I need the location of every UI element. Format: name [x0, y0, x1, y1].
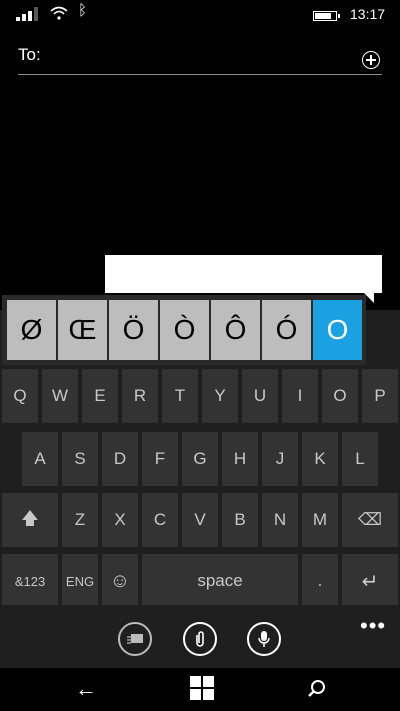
key-l[interactable]: L: [342, 432, 378, 486]
switch-message-icon[interactable]: [118, 622, 152, 656]
key-c[interactable]: C: [142, 493, 178, 547]
key-r[interactable]: R: [122, 369, 158, 423]
bluetooth-icon: ᛒ: [78, 2, 88, 19]
accent-key[interactable]: Ø: [7, 300, 56, 360]
accent-key[interactable]: Œ: [58, 300, 107, 360]
windows-start-icon[interactable]: [190, 676, 214, 700]
key-g[interactable]: G: [182, 432, 218, 486]
key-i[interactable]: I: [282, 369, 318, 423]
shift-key[interactable]: 🡅: [2, 493, 58, 547]
accent-key[interactable]: Ö: [109, 300, 158, 360]
attach-icon[interactable]: [183, 622, 217, 656]
period-key[interactable]: .: [302, 554, 338, 608]
microphone-icon[interactable]: [247, 622, 281, 656]
more-options-icon[interactable]: •••: [360, 613, 386, 639]
key-a[interactable]: A: [22, 432, 58, 486]
battery-icon: [313, 11, 340, 21]
signal-icon: [16, 5, 42, 21]
back-icon[interactable]: ←: [75, 676, 97, 702]
to-input[interactable]: [18, 74, 382, 75]
battery-fill: [315, 13, 331, 19]
emoji-key[interactable]: ☺: [102, 554, 138, 608]
to-label: To:: [18, 45, 41, 64]
accent-key[interactable]: Ô: [211, 300, 260, 360]
key-j[interactable]: J: [262, 432, 298, 486]
backspace-key[interactable]: ⌫: [342, 493, 398, 547]
clock: 13:17: [350, 6, 386, 22]
add-recipient-icon[interactable]: [362, 51, 380, 69]
key-w[interactable]: W: [42, 369, 78, 423]
key-q[interactable]: Q: [2, 369, 38, 423]
enter-key[interactable]: ↵: [342, 554, 398, 608]
key-m[interactable]: M: [302, 493, 338, 547]
key-y[interactable]: Y: [202, 369, 238, 423]
key-d[interactable]: D: [102, 432, 138, 486]
accent-key[interactable]: Ó: [262, 300, 311, 360]
key-s[interactable]: S: [62, 432, 98, 486]
key-n[interactable]: N: [262, 493, 298, 547]
key-k[interactable]: K: [302, 432, 338, 486]
accent-picker: Ø Œ Ö Ò Ô Ó O: [2, 295, 366, 365]
key-u[interactable]: U: [242, 369, 278, 423]
message-input[interactable]: [105, 255, 382, 293]
key-h[interactable]: H: [222, 432, 258, 486]
numbers-key[interactable]: &123: [2, 554, 58, 608]
language-key[interactable]: ENG: [62, 554, 98, 608]
accent-key-selected[interactable]: O: [313, 300, 362, 360]
key-x[interactable]: X: [102, 493, 138, 547]
space-key[interactable]: space: [142, 554, 298, 608]
search-icon[interactable]: [307, 679, 327, 699]
key-v[interactable]: V: [182, 493, 218, 547]
key-e[interactable]: E: [82, 369, 118, 423]
key-o[interactable]: O: [322, 369, 358, 423]
key-p[interactable]: P: [362, 369, 398, 423]
key-b[interactable]: B: [222, 493, 258, 547]
wifi-icon: [50, 6, 68, 20]
accent-key[interactable]: Ò: [160, 300, 209, 360]
key-t[interactable]: T: [162, 369, 198, 423]
key-f[interactable]: F: [142, 432, 178, 486]
key-z[interactable]: Z: [62, 493, 98, 547]
